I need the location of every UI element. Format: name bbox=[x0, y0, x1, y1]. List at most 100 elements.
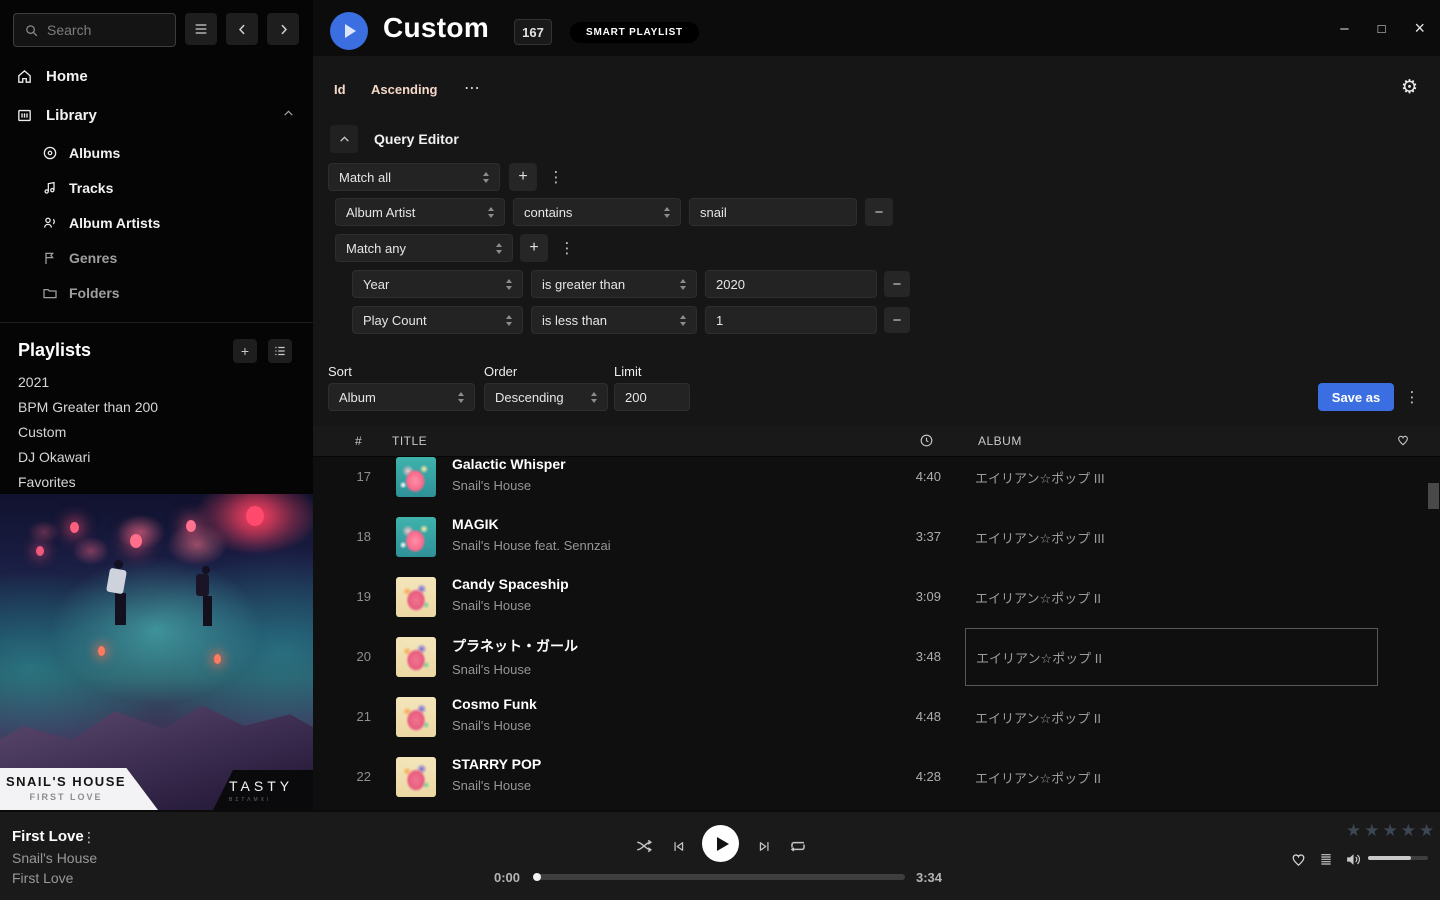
star-icon[interactable]: ★ bbox=[1401, 821, 1419, 840]
playlist-options-button[interactable] bbox=[268, 339, 292, 363]
sidebar-item-album-artists[interactable]: Album Artists bbox=[0, 208, 313, 238]
favorite-column-heart-icon[interactable] bbox=[1396, 433, 1410, 450]
save-as-button[interactable]: Save as bbox=[1318, 383, 1394, 411]
rule2-operator-select[interactable]: is greater than bbox=[531, 270, 697, 298]
table-row[interactable]: 19 Candy Spaceship Snail's House 3:09 エイ… bbox=[313, 567, 1440, 627]
volume-button[interactable] bbox=[1343, 849, 1363, 869]
menu-button[interactable] bbox=[185, 13, 217, 45]
total-time: 3:34 bbox=[916, 870, 942, 885]
nav-back-button[interactable] bbox=[226, 13, 258, 45]
table-row[interactable]: 21 Cosmo Funk Snail's House 4:48 エイリアン☆ポ… bbox=[313, 687, 1440, 747]
shuffle-button[interactable] bbox=[634, 836, 654, 856]
track-album-cell[interactable]: エイリアン☆ポップ II bbox=[965, 568, 1378, 626]
minimize-button[interactable]: – bbox=[1340, 20, 1348, 37]
previous-track-button[interactable] bbox=[668, 836, 688, 856]
queue-button[interactable] bbox=[1316, 849, 1336, 869]
save-menu-button[interactable]: ⋮ bbox=[1403, 383, 1421, 411]
more-options-button[interactable]: ⋯ bbox=[464, 78, 481, 98]
seek-bar[interactable] bbox=[535, 874, 905, 880]
select-caret-icon bbox=[680, 279, 686, 290]
next-track-button[interactable] bbox=[754, 836, 774, 856]
group1-menu-button[interactable]: ⋮ bbox=[547, 163, 565, 191]
sidebar-item-label: Library bbox=[46, 107, 97, 124]
rule3-field-select[interactable]: Play Count bbox=[352, 306, 523, 334]
play-pause-button[interactable] bbox=[702, 825, 739, 862]
scrollbar-thumb[interactable] bbox=[1428, 483, 1439, 509]
settings-gear-button[interactable]: ⚙ bbox=[1401, 76, 1418, 99]
sidebar-item-label: Genres bbox=[69, 250, 117, 266]
rule2-value-input[interactable] bbox=[705, 270, 877, 298]
rule1-operator-select[interactable]: contains bbox=[513, 198, 681, 226]
star-icon[interactable]: ★ bbox=[1383, 821, 1401, 840]
rule3-value-input[interactable] bbox=[705, 306, 877, 334]
query-editor-collapse-button[interactable] bbox=[330, 125, 358, 153]
table-row[interactable]: 18 MAGIK Snail's House feat. Sennzai 3:3… bbox=[313, 507, 1440, 567]
artwork-figure-right bbox=[196, 566, 212, 626]
shuffle-icon bbox=[635, 837, 653, 855]
star-icon[interactable]: ★ bbox=[1364, 821, 1382, 840]
playlist-name: 2021 bbox=[18, 374, 49, 390]
limit-input[interactable] bbox=[614, 383, 690, 411]
table-row[interactable]: 22 STARRY POP Snail's House 4:28 エイリアン☆ポ… bbox=[313, 747, 1440, 807]
favorite-button[interactable] bbox=[1288, 849, 1308, 869]
sort-direction-button[interactable]: Ascending bbox=[371, 82, 437, 97]
sort-field-button[interactable]: Id bbox=[334, 82, 346, 97]
table-row[interactable]: 20 プラネット・ガール Snail's House 3:48 エイリアン☆ポッ… bbox=[313, 627, 1440, 687]
sidebar-item-genres[interactable]: Genres bbox=[0, 243, 313, 273]
track-album-cell[interactable]: エイリアン☆ポップ II bbox=[965, 688, 1378, 746]
close-button[interactable]: × bbox=[1414, 18, 1425, 39]
playlist-item-favorites[interactable]: Favorites bbox=[18, 469, 288, 494]
sidebar-item-tracks[interactable]: Tracks bbox=[0, 173, 313, 203]
lantern-glow bbox=[186, 520, 196, 532]
select-caret-icon bbox=[458, 392, 464, 403]
repeat-button[interactable] bbox=[788, 836, 808, 856]
match-mode-select-group1[interactable]: Match all bbox=[328, 163, 500, 191]
collapse-library-button[interactable] bbox=[282, 107, 295, 124]
column-header-album[interactable]: ALBUM bbox=[978, 434, 1022, 448]
column-header-number[interactable]: # bbox=[355, 434, 362, 448]
search-box[interactable] bbox=[13, 13, 176, 47]
rule1-field-select[interactable]: Album Artist bbox=[335, 198, 505, 226]
play-playlist-button[interactable] bbox=[330, 12, 368, 50]
remove-rule2-button[interactable]: − bbox=[884, 271, 910, 297]
track-album-cell[interactable]: エイリアン☆ポップ II bbox=[965, 748, 1378, 806]
seek-bar-thumb[interactable] bbox=[533, 873, 541, 881]
track-album-cell[interactable]: エイリアン☆ポップ III bbox=[965, 508, 1378, 566]
playlist-item-bpm[interactable]: BPM Greater than 200 bbox=[18, 394, 288, 419]
sidebar-item-albums[interactable]: Albums bbox=[0, 138, 313, 168]
rule2-field-select[interactable]: Year bbox=[352, 270, 523, 298]
add-playlist-button[interactable]: + bbox=[233, 339, 257, 363]
rating-stars[interactable]: ★★★★★ bbox=[1346, 821, 1437, 841]
remove-rule3-button[interactable]: − bbox=[884, 307, 910, 333]
nav-forward-button[interactable] bbox=[267, 13, 299, 45]
sidebar-item-home[interactable]: Home bbox=[0, 61, 313, 91]
match-mode-select-group2[interactable]: Match any bbox=[335, 234, 513, 262]
remove-rule1-button[interactable]: − bbox=[865, 198, 893, 226]
order-select[interactable]: Descending bbox=[484, 383, 608, 411]
now-playing-menu-button[interactable]: ⋮ bbox=[82, 829, 96, 846]
star-icon[interactable]: ★ bbox=[1419, 821, 1437, 840]
star-icon[interactable]: ★ bbox=[1346, 821, 1364, 840]
track-title: MAGIK bbox=[452, 516, 611, 532]
group2-menu-button[interactable]: ⋮ bbox=[558, 234, 576, 262]
rule3-operator-select[interactable]: is less than bbox=[531, 306, 697, 334]
playlist-item-2021[interactable]: 2021 bbox=[18, 369, 288, 394]
sidebar-item-library[interactable]: Library bbox=[0, 100, 313, 130]
search-input[interactable] bbox=[47, 22, 157, 38]
now-playing-artwork[interactable]: SNAIL'S HOUSE FIRST LOVE TASTY ΒΣΤΛΜΧΙ bbox=[0, 494, 313, 810]
sort-select[interactable]: Album bbox=[328, 383, 475, 411]
add-rule-button-group1[interactable]: + bbox=[509, 163, 537, 191]
volume-slider[interactable] bbox=[1368, 856, 1428, 860]
playlist-item-dj-okawari[interactable]: DJ Okawari bbox=[18, 444, 288, 469]
album-art-thumbnail bbox=[396, 757, 436, 797]
add-rule-button-group2[interactable]: + bbox=[520, 234, 548, 262]
volume-icon bbox=[1345, 851, 1362, 868]
maximize-button[interactable]: □ bbox=[1378, 21, 1386, 36]
playlist-item-custom[interactable]: Custom bbox=[18, 419, 288, 444]
sidebar-item-folders[interactable]: Folders bbox=[0, 278, 313, 308]
track-album-cell-selected[interactable]: エイリアン☆ポップ II bbox=[965, 628, 1378, 686]
duration-column-clock-icon[interactable] bbox=[919, 433, 934, 451]
plus-icon: + bbox=[241, 343, 249, 359]
column-header-title[interactable]: TITLE bbox=[392, 434, 427, 448]
rule1-value-input[interactable] bbox=[689, 198, 857, 226]
